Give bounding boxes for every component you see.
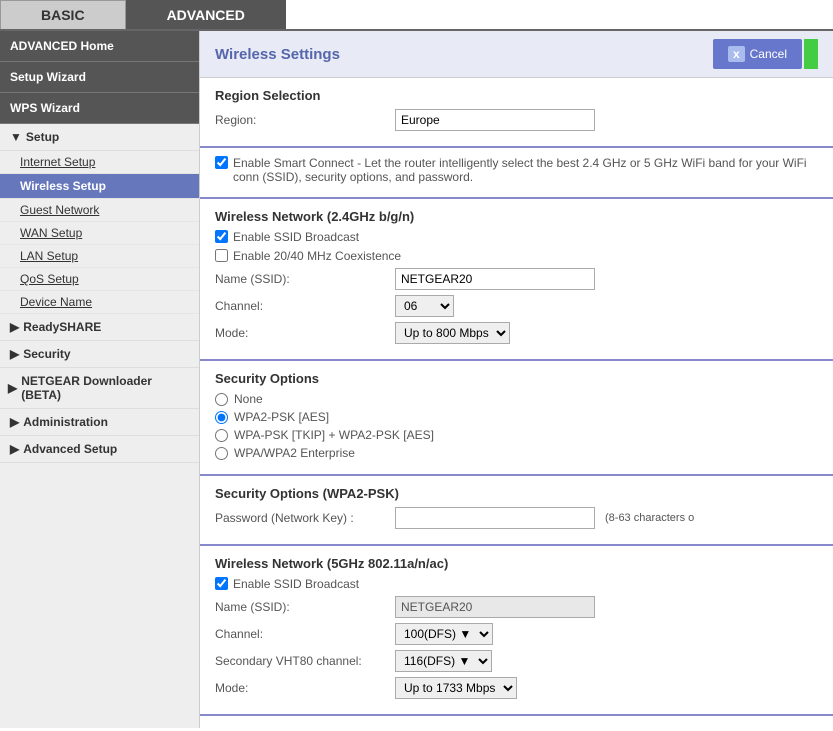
secondary-vht80-row: Secondary VHT80 channel: 116(DFS) ▼ 108(… <box>215 650 818 672</box>
content-header: Wireless Settings x Cancel <box>200 31 833 78</box>
content-area: Wireless Settings x Cancel Region Select… <box>200 31 833 728</box>
close-icon: x <box>728 46 745 62</box>
security-options-title: Security Options <box>215 371 818 386</box>
security-enterprise-label: WPA/WPA2 Enterprise <box>234 446 355 460</box>
region-input[interactable] <box>395 109 595 131</box>
sidebar-item-wireless-setup[interactable]: Wireless Setup <box>0 174 199 199</box>
triangle-icon-advanced-setup: ▶ <box>10 442 19 456</box>
smart-connect-label: Enable Smart Connect - Let the router in… <box>233 156 818 184</box>
sidebar-item-qos-setup[interactable]: QoS Setup <box>0 268 199 291</box>
security-wpa-combo-label: WPA-PSK [TKIP] + WPA2-PSK [AES] <box>234 428 434 442</box>
sidebar-item-wps-wizard[interactable]: WPS Wizard <box>0 93 199 124</box>
ssid-broadcast-24-checkbox[interactable] <box>215 230 228 243</box>
region-section-title: Region Selection <box>215 88 818 103</box>
triangle-icon-readyshare: ▶ <box>10 320 19 334</box>
sidebar-item-guest-network[interactable]: Guest Network <box>0 199 199 222</box>
ssid-5g-label: Name (SSID): <box>215 600 395 614</box>
password-note: (8-63 characters o <box>605 512 694 524</box>
status-indicator <box>804 39 818 69</box>
triangle-icon-admin: ▶ <box>10 415 19 429</box>
mode-24-select[interactable]: Up to 800 Mbps Up to 130 Mbps Up to 300 … <box>395 322 510 344</box>
ssid-5g-row: Name (SSID): NETGEAR20 <box>215 596 818 618</box>
channel-24-label: Channel: <box>215 299 395 313</box>
sidebar-section-advanced-setup[interactable]: ▶ Advanced Setup <box>0 436 199 463</box>
sidebar-section-readyshare[interactable]: ▶ ReadySHARE <box>0 314 199 341</box>
smart-connect-section: Enable Smart Connect - Let the router in… <box>200 148 833 199</box>
sidebar-section-setup[interactable]: ▼ Setup <box>0 124 199 151</box>
sidebar-item-lan-setup[interactable]: LAN Setup <box>0 245 199 268</box>
mode-5g-label: Mode: <box>215 681 395 695</box>
triangle-icon-security: ▶ <box>10 347 19 361</box>
sidebar-item-device-name[interactable]: Device Name <box>0 291 199 314</box>
ssid-broadcast-24-row: Enable SSID Broadcast <box>215 230 818 244</box>
ssid-broadcast-24-label: Enable SSID Broadcast <box>233 230 359 244</box>
password-row: Password (Network Key) : (8-63 character… <box>215 507 818 529</box>
security-5g-title: Security Options <box>215 726 818 728</box>
channel-24-row: Channel: 06 ▼ 01020304 05060711 <box>215 295 818 317</box>
sidebar-section-administration[interactable]: ▶ Administration <box>0 409 199 436</box>
wifi-24-title: Wireless Network (2.4GHz b/g/n) <box>215 209 818 224</box>
security-wpa-combo-radio[interactable] <box>215 429 228 442</box>
channel-5g-select[interactable]: 100(DFS) ▼ 3640149 <box>395 623 493 645</box>
ssid-broadcast-5g-row: Enable SSID Broadcast <box>215 577 818 591</box>
mode-24-label: Mode: <box>215 326 395 340</box>
sidebar-section-security[interactable]: ▶ Security <box>0 341 199 368</box>
region-field-row: Region: <box>215 109 818 131</box>
password-input[interactable] <box>395 507 595 529</box>
coexistence-checkbox[interactable] <box>215 249 228 262</box>
channel-5g-label: Channel: <box>215 627 395 641</box>
mode-24-row: Mode: Up to 800 Mbps Up to 130 Mbps Up t… <box>215 322 818 344</box>
security-5g-section: Security Options <box>200 716 833 728</box>
sidebar-section-netgear-downloader[interactable]: ▶ NETGEAR Downloader (BETA) <box>0 368 199 409</box>
security-options-section: Security Options None WPA2-PSK [AES] WPA… <box>200 361 833 476</box>
channel-5g-row: Channel: 100(DFS) ▼ 3640149 <box>215 623 818 645</box>
sidebar: ADVANCED Home Setup Wizard WPS Wizard ▼ … <box>0 31 200 728</box>
advanced-tab[interactable]: ADVANCED <box>126 0 286 29</box>
security-none-radio[interactable] <box>215 393 228 406</box>
triangle-icon-netgear: ▶ <box>8 381 17 395</box>
ssid-24-row: Name (SSID): <box>215 268 818 290</box>
security-none-label: None <box>234 392 263 406</box>
sidebar-item-setup-wizard[interactable]: Setup Wizard <box>0 62 199 93</box>
mode-5g-select[interactable]: Up to 1733 Mbps Up to 450 Mbps <box>395 677 517 699</box>
channel-24-select[interactable]: 06 ▼ 01020304 05060711 <box>395 295 454 317</box>
smart-connect-row: Enable Smart Connect - Let the router in… <box>215 156 818 184</box>
ssid-broadcast-5g-checkbox[interactable] <box>215 577 228 590</box>
security-enterprise-row: WPA/WPA2 Enterprise <box>215 446 818 460</box>
sidebar-item-internet-setup[interactable]: Internet Setup <box>0 151 199 174</box>
security-wpa2-label: WPA2-PSK [AES] <box>234 410 329 424</box>
ssid-24-input[interactable] <box>395 268 595 290</box>
sidebar-item-wan-setup[interactable]: WAN Setup <box>0 222 199 245</box>
security-wpa-combo-row: WPA-PSK [TKIP] + WPA2-PSK [AES] <box>215 428 818 442</box>
coexistence-row: Enable 20/40 MHz Coexistence <box>215 249 818 263</box>
sidebar-item-advanced-home[interactable]: ADVANCED Home <box>0 31 199 62</box>
security-none-row: None <box>215 392 818 406</box>
secondary-vht80-label: Secondary VHT80 channel: <box>215 654 395 668</box>
basic-tab[interactable]: BASIC <box>0 0 126 29</box>
page-title: Wireless Settings <box>215 46 340 63</box>
secondary-vht80-select[interactable]: 116(DFS) ▼ 108(DFS) <box>395 650 492 672</box>
password-label: Password (Network Key) : <box>215 511 395 525</box>
ssid-broadcast-5g-label: Enable SSID Broadcast <box>233 577 359 591</box>
wifi-5g-title: Wireless Network (5GHz 802.11a/n/ac) <box>215 556 818 571</box>
region-label: Region: <box>215 113 395 127</box>
ssid-24-label: Name (SSID): <box>215 272 395 286</box>
cancel-button[interactable]: x Cancel <box>713 39 802 69</box>
region-section: Region Selection Region: <box>200 78 833 148</box>
wifi-24-section: Wireless Network (2.4GHz b/g/n) Enable S… <box>200 199 833 361</box>
wpa2-psk-section: Security Options (WPA2-PSK) Password (Ne… <box>200 476 833 546</box>
smart-connect-checkbox[interactable] <box>215 156 228 169</box>
coexistence-label: Enable 20/40 MHz Coexistence <box>233 249 401 263</box>
wifi-5g-section: Wireless Network (5GHz 802.11a/n/ac) Ena… <box>200 546 833 716</box>
security-wpa2-radio[interactable] <box>215 411 228 424</box>
mode-5g-row: Mode: Up to 1733 Mbps Up to 450 Mbps <box>215 677 818 699</box>
wpa2-psk-title: Security Options (WPA2-PSK) <box>215 486 818 501</box>
security-wpa2-row: WPA2-PSK [AES] <box>215 410 818 424</box>
ssid-5g-display: NETGEAR20 <box>395 596 595 618</box>
triangle-icon: ▼ <box>10 130 22 144</box>
security-enterprise-radio[interactable] <box>215 447 228 460</box>
